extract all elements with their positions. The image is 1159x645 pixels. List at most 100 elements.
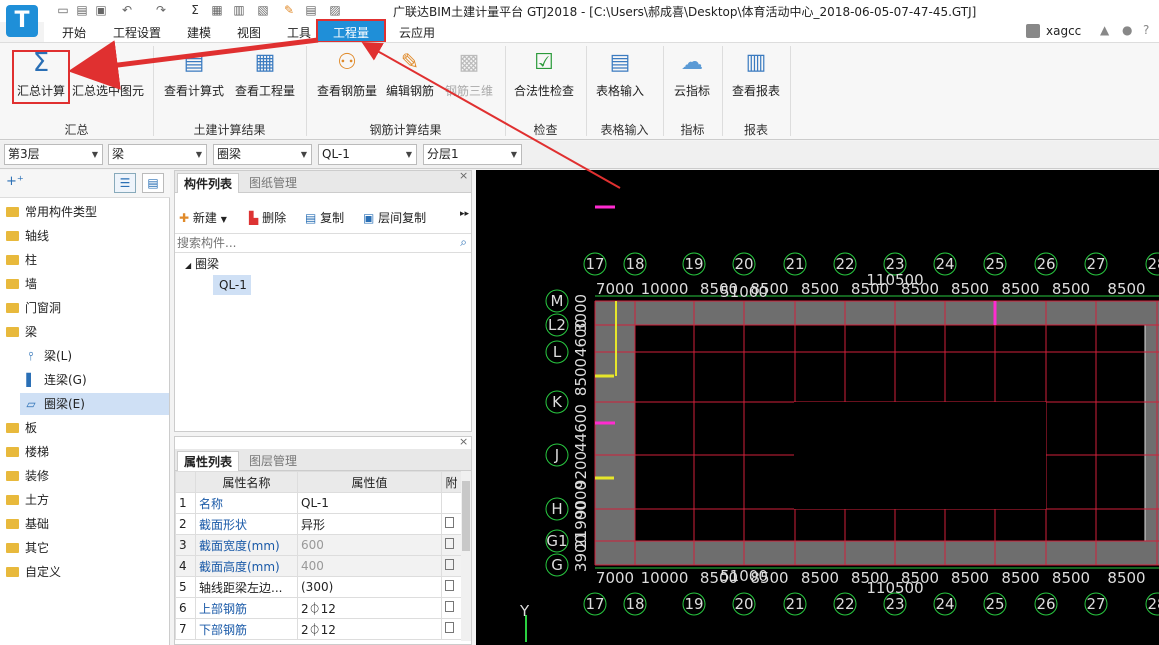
checkbox[interactable] <box>445 517 454 528</box>
view-report-button[interactable]: ▥ 查看报表 <box>730 48 782 104</box>
copy-button[interactable]: ▤ 复制 <box>305 209 344 226</box>
group-label-table-input: 表格输入 <box>600 123 649 137</box>
sum-quick-icon[interactable]: Σ <box>188 3 202 17</box>
component-item-ql1[interactable]: QL-1 <box>213 275 251 295</box>
help-icon[interactable]: ? <box>1143 23 1149 37</box>
edit-rebar-button[interactable]: ✎ 编辑钢筋 <box>384 48 436 104</box>
bell-icon[interactable]: ▲ <box>1100 23 1109 37</box>
tree-item-earthwork[interactable]: 土方 <box>6 489 49 511</box>
chat-icon[interactable]: ● <box>1122 23 1132 37</box>
table-row[interactable]: 4 截面高度(mm) 400 <box>175 555 462 577</box>
tree-item-foundation[interactable]: 基础 <box>6 513 49 535</box>
edit-quick-icon[interactable]: ✎ <box>282 3 296 17</box>
menu-view[interactable]: 视图 <box>237 24 261 41</box>
check-quick-icon[interactable]: ▧ <box>256 3 270 17</box>
tree-group-ring-beam[interactable]: ◢ 圈梁 <box>185 255 219 272</box>
drawing-canvas[interactable]: 17 17 18 18 19 19 20 20 21 21 22 22 23 23 24 24 25 25 26 26… <box>476 170 1159 645</box>
checkbox[interactable] <box>445 538 454 549</box>
component-select[interactable]: QL-1 ▼ <box>318 144 417 165</box>
view-formula-button[interactable]: ▤ 查看计算式 <box>162 48 226 104</box>
checkbox[interactable] <box>445 622 454 633</box>
detail-view-icon[interactable]: ▤ <box>142 173 164 193</box>
delete-button[interactable]: ▙ 删除 <box>249 209 286 226</box>
table-row[interactable]: 3 截面宽度(mm) 600 <box>175 534 462 556</box>
tab-layer-manage[interactable]: 图层管理 <box>243 451 303 471</box>
report-quick-icon[interactable]: ▥ <box>232 3 246 17</box>
menu-tools[interactable]: 工具 <box>287 24 311 41</box>
open-file-icon[interactable]: ▤ <box>75 3 89 17</box>
tab-drawing-manage[interactable]: 图纸管理 <box>243 173 303 193</box>
table-row[interactable]: 6 上部钢筋 2⏀12 <box>175 597 462 619</box>
table-row[interactable]: 1 名称 QL-1 <box>175 492 462 514</box>
menu-quantities[interactable]: 工程量 <box>316 19 386 43</box>
redo-icon[interactable]: ↷ <box>154 3 168 17</box>
checkbox[interactable] <box>445 601 454 612</box>
tree-item-wall[interactable]: 墙 <box>6 273 37 295</box>
more-icon[interactable]: ▸▸ <box>460 209 469 219</box>
tree-item-stair[interactable]: 楼梯 <box>6 441 49 463</box>
save-icon[interactable]: ▣ <box>94 3 108 17</box>
table-row[interactable]: 2 截面形状 异形 <box>175 513 462 535</box>
tree-item-beam[interactable]: 梁 <box>6 321 37 343</box>
cad-drawing[interactable]: 1717181819192020212122222323242425252626… <box>476 170 1159 645</box>
undo-icon[interactable]: ↶ <box>120 3 134 17</box>
tree-item-custom[interactable]: 自定义 <box>6 561 61 583</box>
menu-start[interactable]: 开始 <box>62 24 86 41</box>
checkbox[interactable] <box>445 559 454 570</box>
tree-item-decoration[interactable]: 装修 <box>6 465 49 487</box>
print-quick-icon[interactable]: ▨ <box>328 3 342 17</box>
validity-check-button[interactable]: ☑ 合法性检查 <box>512 48 576 104</box>
highlight-box <box>12 50 70 104</box>
floor-copy-button[interactable]: ▣ 层间复制 <box>363 209 426 226</box>
search-input[interactable] <box>175 234 445 252</box>
pin-icon[interactable]: +⁺ <box>6 174 24 189</box>
close-icon[interactable]: × <box>459 435 468 448</box>
tree-item-common[interactable]: 常用构件类型 <box>6 201 97 223</box>
group-label-rebar-results: 钢筋计算结果 <box>369 123 442 137</box>
category-select[interactable]: 梁 ▼ <box>108 144 207 165</box>
table-input-button[interactable]: ▤ 表格输入 <box>594 48 646 104</box>
new-button[interactable]: ✚ 新建 ▼ <box>179 209 227 226</box>
layer-select[interactable]: 分层1 ▼ <box>423 144 522 165</box>
tree-item-ring-beam[interactable]: ▱ 圈梁(E) <box>24 393 85 415</box>
summary-selected-button[interactable]: ▭ 汇总选中图元 <box>70 48 146 104</box>
tree-item-other[interactable]: 其它 <box>6 537 49 559</box>
cloud-index-button[interactable]: ☁ 云指标 <box>670 48 714 104</box>
tree-item-link-beam[interactable]: ▌ 连梁(G) <box>24 369 86 391</box>
view-quantity-button[interactable]: ▦ 查看工程量 <box>233 48 297 104</box>
table-row[interactable]: 7 下部钢筋 2⏀12 <box>175 618 462 640</box>
table-quick-icon[interactable]: ▤ <box>304 3 318 17</box>
table-row[interactable]: 5 轴线距梁左边... (300) <box>175 576 462 598</box>
menu-project-settings[interactable]: 工程设置 <box>113 24 161 41</box>
user-avatar[interactable] <box>1026 24 1040 38</box>
menu-modeling[interactable]: 建模 <box>187 24 211 41</box>
list-view-icon[interactable]: ☰ <box>114 173 136 193</box>
floor-select[interactable]: 第3层 ▼ <box>4 144 103 165</box>
rebar-3d-button[interactable]: ▩ 钢筋三维 <box>443 48 495 104</box>
new-file-icon[interactable]: ▭ <box>56 3 70 17</box>
tab-property-list[interactable]: 属性列表 <box>177 451 240 471</box>
search-box[interactable]: ⌕ <box>175 233 471 253</box>
view-rebar-button[interactable]: ⚇ 查看钢筋量 <box>315 48 379 104</box>
tree-item-slab[interactable]: 板 <box>6 417 37 439</box>
scrollbar[interactable] <box>461 471 471 641</box>
app-logo-icon[interactable]: T <box>6 5 38 37</box>
tree-item-openings[interactable]: 门窗洞 <box>6 297 61 319</box>
checkbox[interactable] <box>445 580 454 591</box>
axis-label: G1 <box>546 532 567 550</box>
view-quick-icon[interactable]: ▦ <box>210 3 224 17</box>
search-icon[interactable]: ⌕ <box>460 235 467 250</box>
scrollbar-thumb[interactable] <box>462 481 470 551</box>
menu-cloud-apps[interactable]: 云应用 <box>399 24 435 41</box>
type-select[interactable]: 圈梁 ▼ <box>213 144 312 165</box>
tree-item-axis[interactable]: 轴线 <box>6 225 49 247</box>
tree-item-column[interactable]: 柱 <box>6 249 37 271</box>
tree-item-beam-l[interactable]: ⫯ 梁(L) <box>24 345 72 367</box>
chevron-down-icon: ▼ <box>195 150 202 159</box>
close-icon[interactable]: × <box>459 169 468 182</box>
axis-label: 18 <box>625 255 644 273</box>
edit-rebar-icon: ✎ <box>400 50 420 75</box>
dimension-text: 8500 <box>1107 280 1145 298</box>
user-name[interactable]: xagcc <box>1046 24 1081 38</box>
tab-component-list[interactable]: 构件列表 <box>177 173 240 193</box>
